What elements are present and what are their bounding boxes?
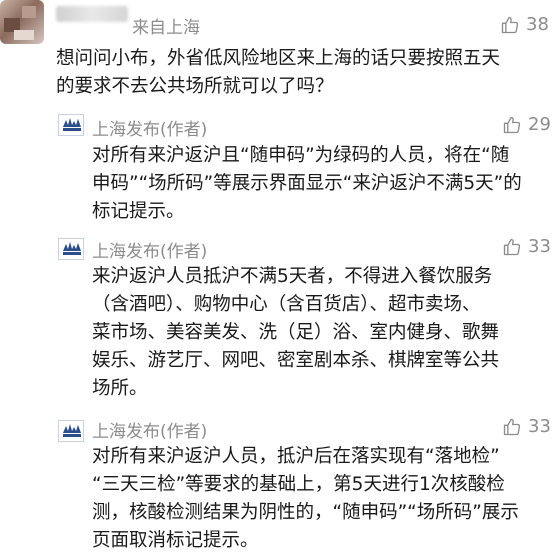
like-button[interactable]: 38 (500, 14, 549, 35)
like-button[interactable]: 33 (502, 236, 551, 257)
reply-text-line: 页面取消标记提示。 (92, 530, 259, 551)
reply-text-line: 测，核酸检测结果为阴性的，“随申码”“场所码”展示 (92, 502, 519, 523)
like-count: 33 (528, 236, 551, 257)
comment-item: 来自上海 38 想问问小布，外省低风险地区来上海的话只要按照五天 的要求不去公共… (0, 0, 560, 100)
like-count: 33 (528, 416, 551, 437)
shanghai-fabu-logo[interactable] (58, 238, 84, 260)
user-avatar[interactable] (0, 0, 44, 44)
reply-author[interactable]: 上海发布(作者) (92, 115, 207, 140)
comment-text-line: 的要求不去公共场所就可以了吗？ (56, 76, 334, 97)
thumbs-up-icon (503, 238, 521, 255)
thumbs-up-icon (501, 16, 519, 33)
like-count: 38 (526, 14, 549, 35)
like-count: 29 (528, 114, 551, 135)
author-reply: 上海发布(作者) 33 来沪返沪人员抵沪不满5天者，不得进入餐饮服务 （含酒吧）… (0, 232, 560, 412)
reply-author[interactable]: 上海发布(作者) (92, 417, 207, 442)
blurred-username (56, 6, 128, 22)
like-button[interactable]: 33 (502, 416, 551, 437)
comment-location: 来自上海 (132, 18, 200, 38)
thumbs-up-icon (503, 418, 521, 435)
reply-text-line: 对所有来沪返沪且“随申码”为绿码的人员，将在“随 (92, 145, 510, 166)
shanghai-fabu-logo[interactable] (58, 420, 84, 442)
author-reply: 上海发布(作者) 33 对所有来沪返沪人员，抵沪后在落实现有“落地检” “三天三… (0, 414, 560, 557)
like-button[interactable]: 29 (502, 114, 551, 135)
reply-text-line: 标记提示。 (92, 201, 185, 222)
author-reply: 上海发布(作者) 29 对所有来沪返沪且“随申码”为绿码的人员，将在“随 申码”… (0, 108, 560, 228)
reply-text-line: （含酒吧）、购物中心（含百货店）、超市卖场、 (92, 294, 481, 315)
reply-text-line: 来沪返沪人员抵沪不满5天者，不得进入餐饮服务 (92, 266, 493, 287)
shanghai-fabu-logo[interactable] (58, 114, 84, 136)
thumbs-up-icon (503, 116, 521, 133)
reply-text-line: “三天三检”等要求的基础上，第5天进行1次核酸检 (92, 474, 505, 495)
reply-text-line: 对所有来沪返沪人员，抵沪后在落实现有“落地检” (92, 446, 500, 467)
reply-text-line: 场所。 (92, 378, 148, 399)
reply-text-line: 娱乐、游艺厅、网吧、密室剧本杀、棋牌室等公共 (92, 350, 500, 371)
reply-text-line: 菜市场、美容美发、洗（足）浴、室内健身、歌舞 (92, 322, 500, 343)
reply-author[interactable]: 上海发布(作者) (92, 237, 207, 262)
comment-text-line: 想问问小布，外省低风险地区来上海的话只要按照五天 (56, 48, 501, 69)
reply-text-line: 申码”“场所码”等展示界面显示“来沪返沪不满5天”的 (92, 173, 522, 194)
